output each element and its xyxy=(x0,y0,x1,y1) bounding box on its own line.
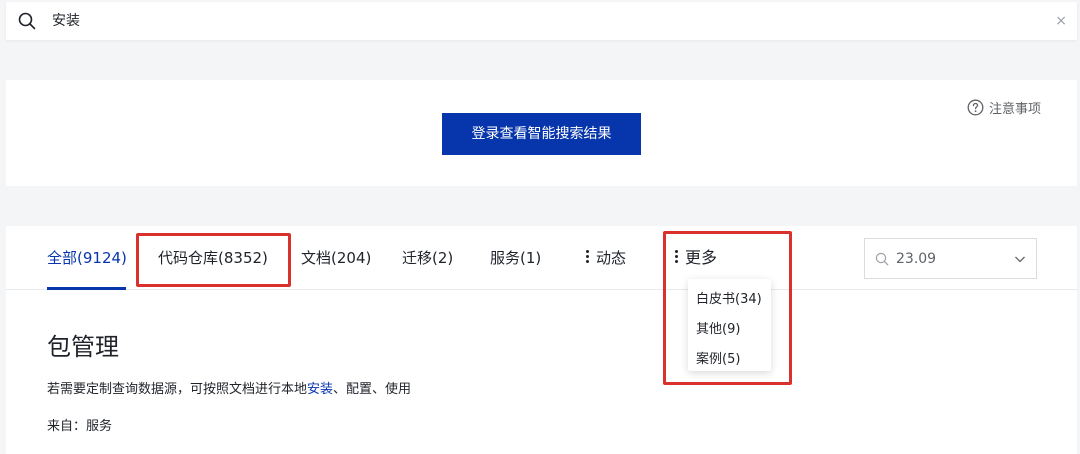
result-keyword-highlight: 安装 xyxy=(307,382,334,397)
result-source: 来自：服务 xyxy=(47,419,113,434)
notice-label: 注意事项 xyxy=(988,102,1041,117)
clear-search-button[interactable]: × xyxy=(1055,11,1067,31)
active-tab-indicator xyxy=(47,287,126,290)
question-circle-icon xyxy=(967,99,984,116)
vertical-dots-icon xyxy=(586,250,590,264)
menu-item-cases[interactable]: 案例(5) xyxy=(688,345,771,375)
tab-code-repo[interactable]: 代码仓库(8352) xyxy=(158,247,268,269)
login-button[interactable]: 登录查看智能搜索结果 xyxy=(442,113,641,155)
tab-docs[interactable]: 文档(204) xyxy=(301,247,371,269)
result-desc-text-end: 、配置、使用 xyxy=(333,382,412,397)
vertical-dots-icon xyxy=(675,250,679,264)
tab-news-label: 动态 xyxy=(596,249,627,267)
menu-item-other[interactable]: 其他(9) xyxy=(688,315,771,345)
menu-item-whitepaper[interactable]: 白皮书(34) xyxy=(688,285,771,315)
version-select[interactable]: 23.09 xyxy=(864,238,1037,279)
result-desc-text: 若需要定制查询数据源，可按照文档进行本地 xyxy=(47,382,308,397)
login-card: 登录查看智能搜索结果 注意事项 xyxy=(6,80,1077,186)
more-dropdown: 白皮书(34) 其他(9) 案例(5) xyxy=(688,279,771,371)
search-input[interactable]: 安装 xyxy=(52,11,80,31)
tab-all[interactable]: 全部(9124) xyxy=(47,247,127,269)
chevron-down-icon xyxy=(1015,256,1025,263)
search-bar[interactable]: 安装 × xyxy=(6,2,1077,40)
results-panel: 全部(9124) 代码仓库(8352) 文档(204) 迁移(2) 服务(1) … xyxy=(6,226,1077,454)
version-value: 23.09 xyxy=(896,251,937,267)
notice-link[interactable]: 注意事项 xyxy=(967,98,1041,117)
search-icon xyxy=(18,12,36,30)
result-description: 若需要定制查询数据源，可按照文档进行本地安装、配置、使用 xyxy=(47,380,411,400)
search-icon xyxy=(875,252,889,266)
tab-services[interactable]: 服务(1) xyxy=(490,247,541,269)
tab-more-label: 更多 xyxy=(685,248,718,267)
tab-migration[interactable]: 迁移(2) xyxy=(402,247,453,269)
tab-news[interactable]: 动态 xyxy=(586,247,626,269)
result-title[interactable]: 包管理 xyxy=(47,330,119,364)
tab-more[interactable]: 更多 xyxy=(675,247,717,269)
